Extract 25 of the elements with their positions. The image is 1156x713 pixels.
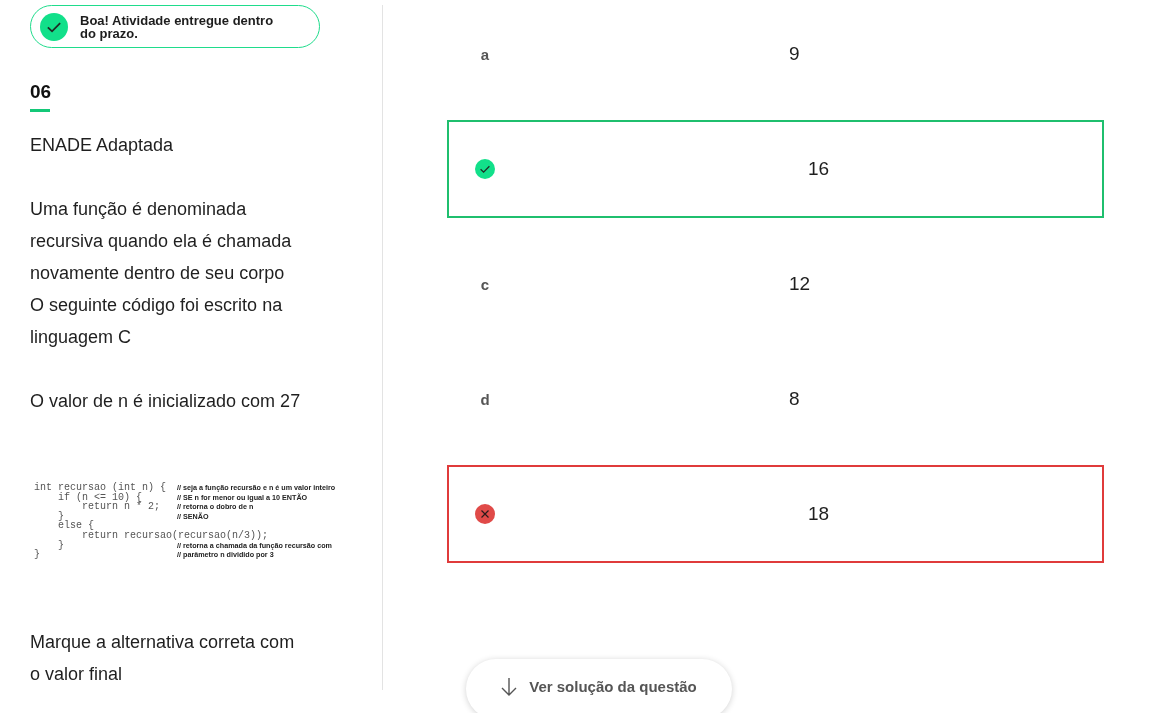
code-line: return recursao(recursao(n/3)); <box>81 530 270 541</box>
option-letter: a <box>479 45 491 63</box>
question-text: Uma função é denominada recursiva quando ela é chamada novamente dentro de seu corpo <box>30 198 293 285</box>
code-line: else { <box>57 521 94 531</box>
option-letter: d <box>479 390 491 408</box>
code-line: } <box>34 550 41 560</box>
code-line: } <box>57 540 65 551</box>
option-value: 16 <box>808 158 830 180</box>
question-text: O valor de n é inicializado com 27 <box>30 390 302 413</box>
question-number: 06 <box>30 80 52 104</box>
code-line: int recursao (int n) { <box>34 483 168 493</box>
question-prompt: Marque a alternativa correta com o valor final <box>30 630 296 686</box>
option-value: 18 <box>808 503 830 525</box>
code-line: return n * 2; <box>82 502 162 512</box>
option-value: 12 <box>789 273 811 295</box>
question-text: O seguinte código foi escrito na linguagem C <box>30 294 284 349</box>
solution-button[interactable]: Ver solução da questão <box>466 659 732 713</box>
code-line: } <box>57 511 64 522</box>
option-letter: c <box>479 275 491 293</box>
option-value: 9 <box>789 43 800 65</box>
badge-text: Boa! Atividade entregue dentro do prazo. <box>80 13 275 40</box>
option-value: 8 <box>789 388 800 410</box>
check-icon <box>40 12 68 41</box>
question-source: ENADE Adaptada <box>30 134 175 157</box>
arrow-down-icon <box>501 676 518 697</box>
